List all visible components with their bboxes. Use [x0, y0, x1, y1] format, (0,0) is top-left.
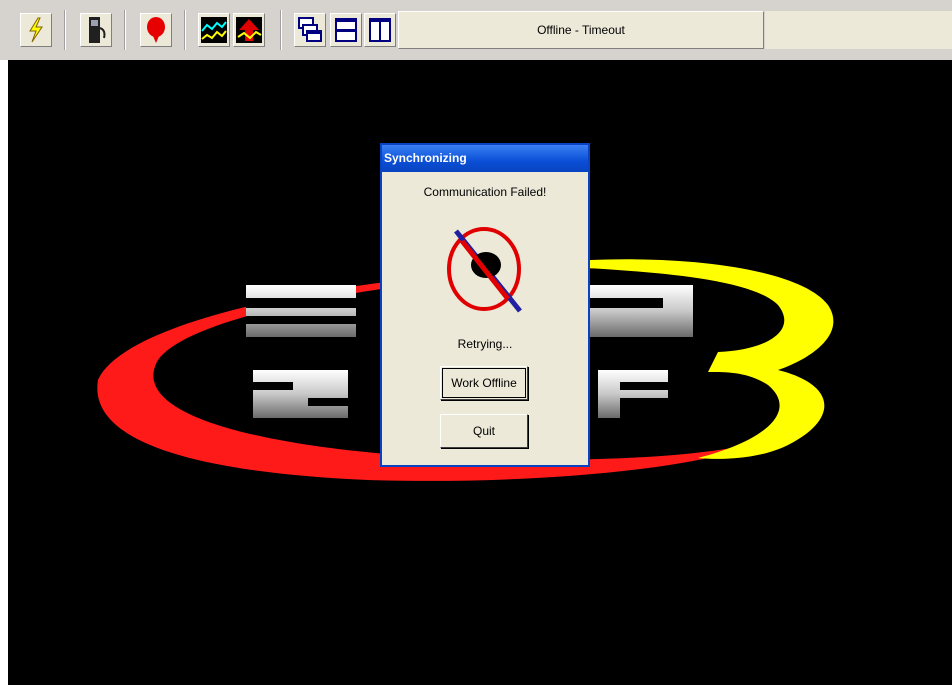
fuel-button[interactable] [80, 13, 112, 47]
disconnected-plug-icon [447, 227, 522, 313]
error-message: Communication Failed! [423, 185, 547, 199]
tile-vertical-icon [369, 18, 391, 42]
balloon-icon [147, 17, 165, 43]
tile-horizontal-button[interactable] [330, 13, 362, 47]
upload-button[interactable] [233, 13, 265, 47]
fuel-pump-icon [89, 17, 106, 43]
balloon-button[interactable] [140, 13, 172, 47]
work-offline-button[interactable]: Work Offline [440, 366, 528, 400]
lightning-icon [29, 17, 43, 43]
synchronizing-dialog: Synchronizing Communication Failed! Retr… [380, 143, 590, 467]
dialog-title: Synchronizing [382, 145, 588, 172]
tile-horizontal-icon [335, 18, 357, 42]
tile-vertical-button[interactable] [364, 13, 396, 47]
chart-icon [201, 17, 227, 43]
upload-arrow-icon [236, 17, 262, 43]
quit-button[interactable]: Quit [440, 414, 528, 448]
cascade-windows-icon [298, 17, 322, 42]
connection-status: Offline - Timeout [398, 11, 764, 49]
toolbar: Offline - Timeout [0, 0, 952, 60]
retry-status: Retrying... [457, 337, 513, 351]
cascade-button[interactable] [294, 13, 326, 47]
chart-button[interactable] [198, 13, 230, 47]
lightning-button[interactable] [20, 13, 52, 47]
